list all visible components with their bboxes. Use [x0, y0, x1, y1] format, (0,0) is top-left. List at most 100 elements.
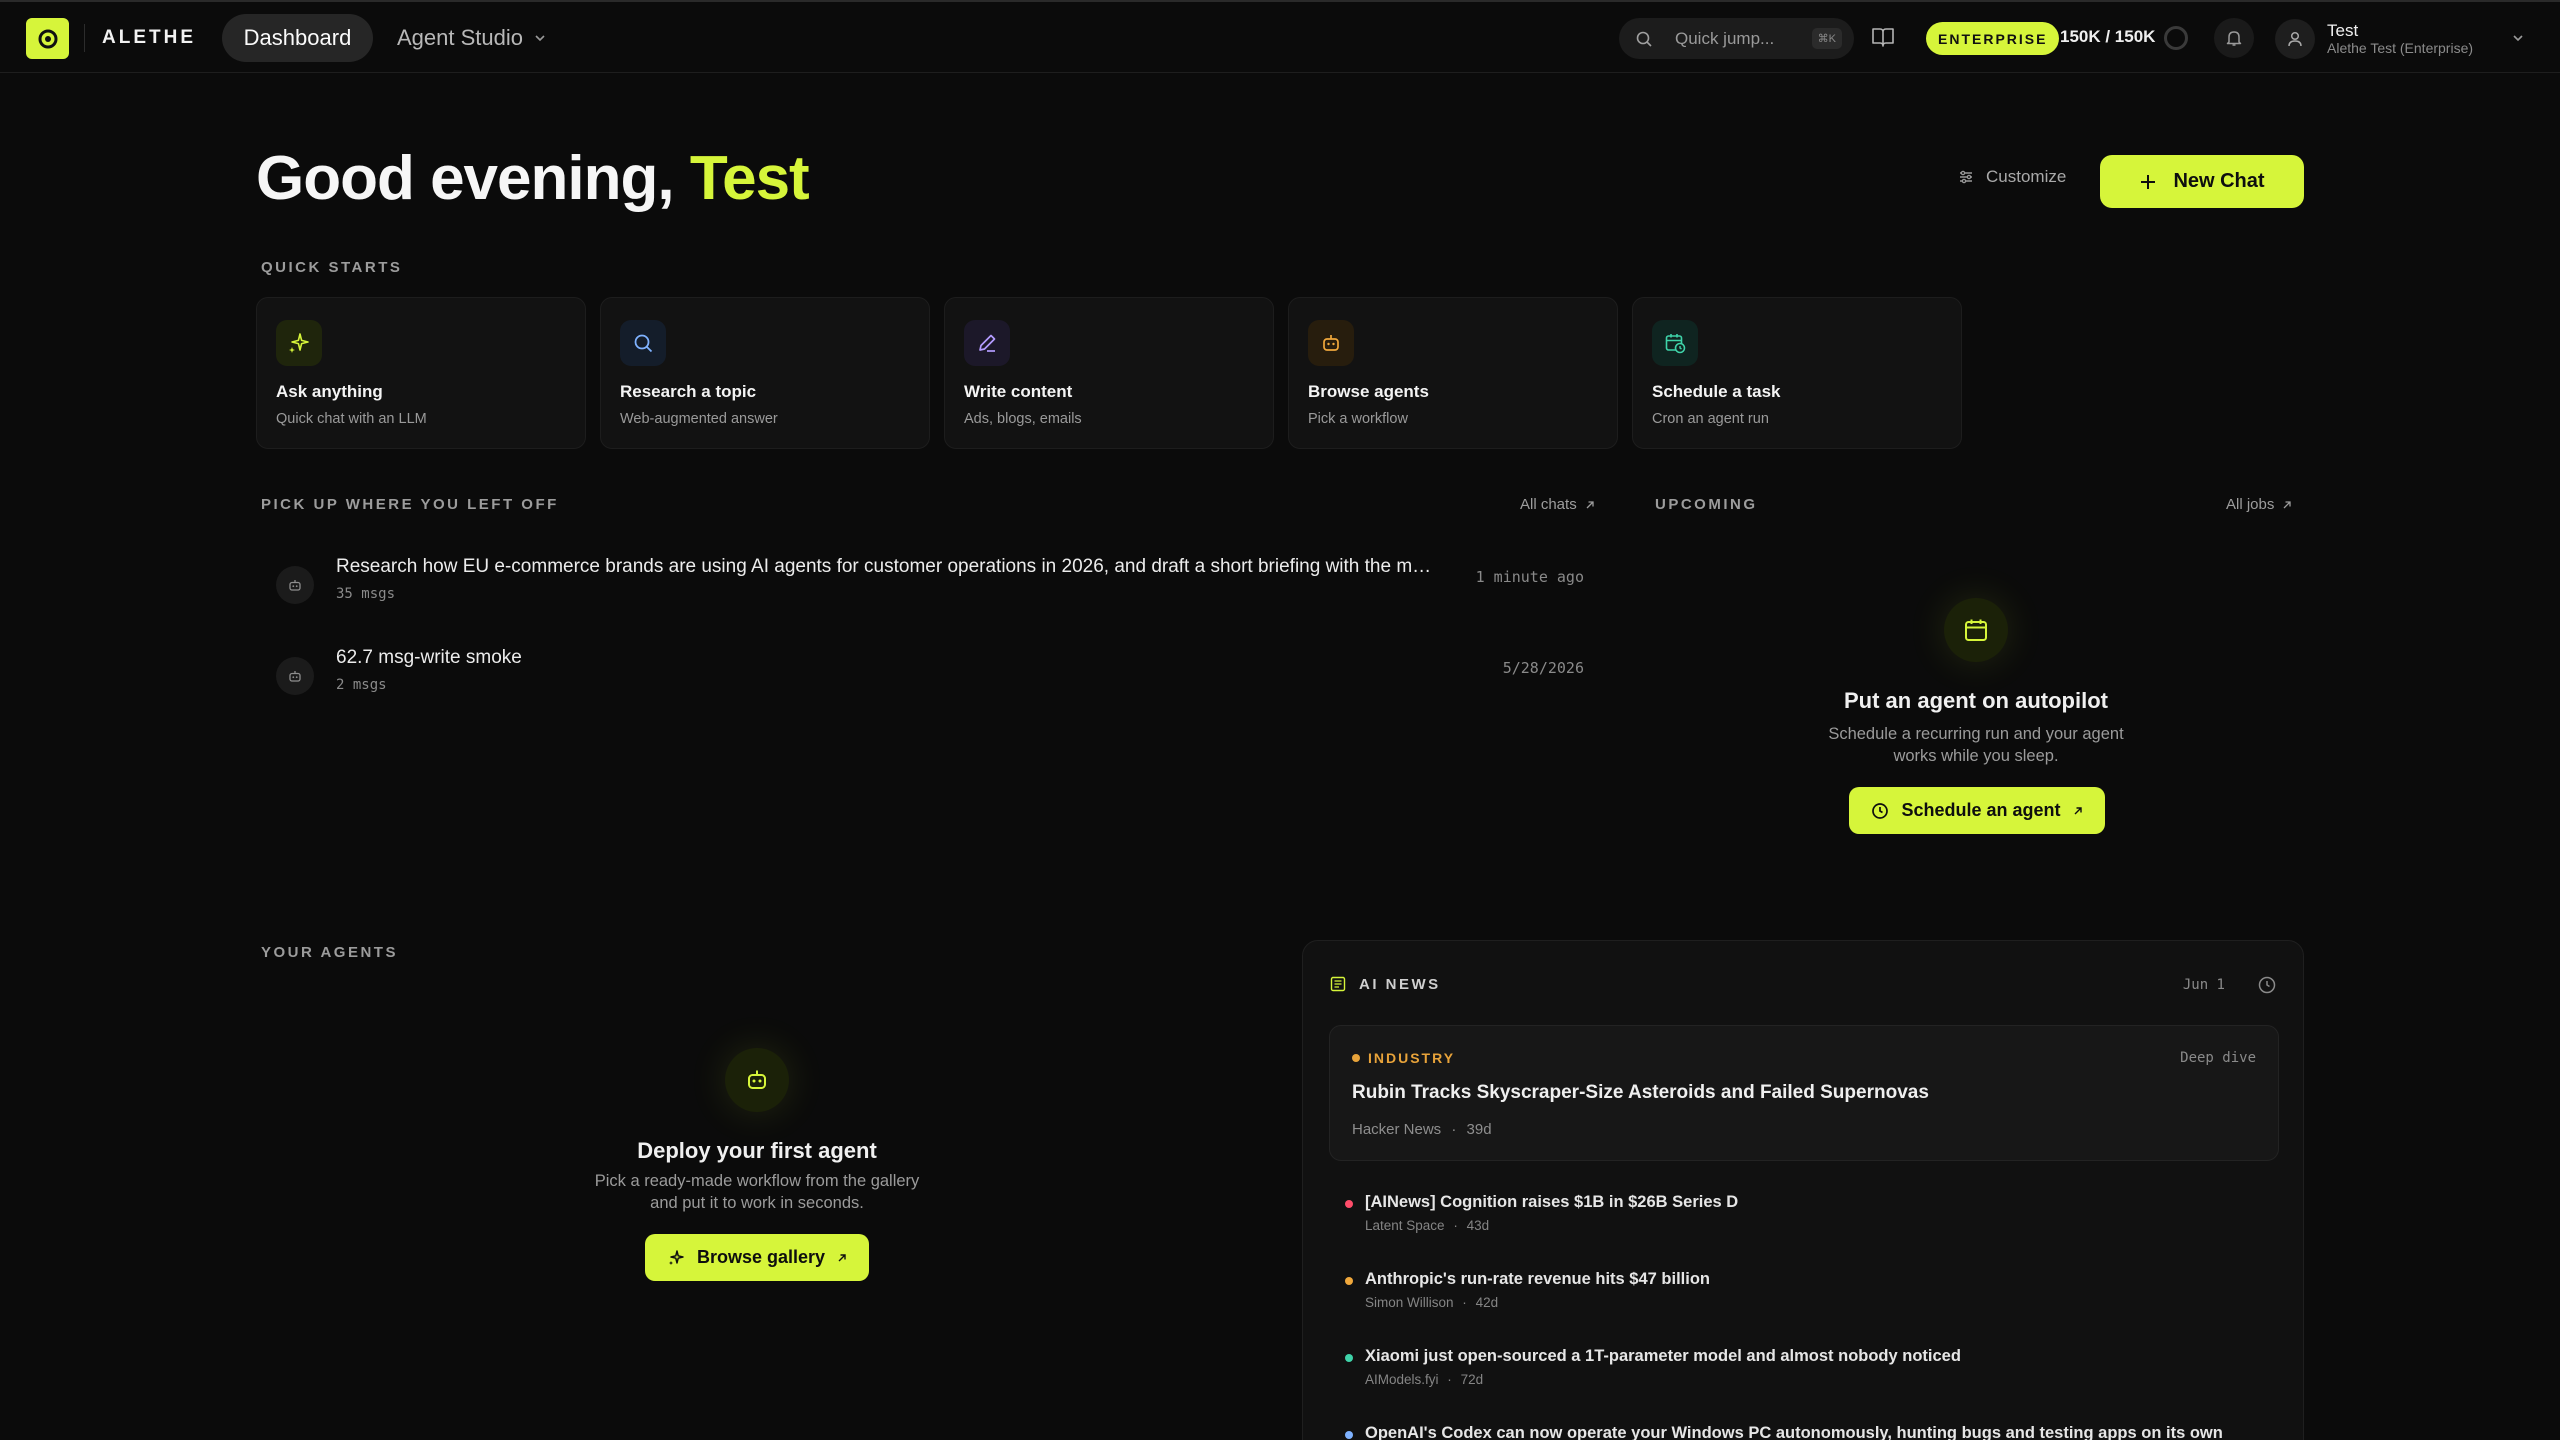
nav-agent-studio[interactable]: Agent Studio [397, 14, 547, 62]
news-item-title: Xiaomi just open-sourced a 1T-parameter … [1365, 1347, 1961, 1365]
your-agents-heading: YOUR AGENTS [261, 944, 398, 961]
chat-title: 62.7 msg-write smoke [336, 647, 522, 668]
ai-news-panel: AI NEWS Jun 1 INDUSTRY Deep dive Rubin T… [1302, 940, 2304, 1440]
ai-news-header: AI NEWS [1329, 975, 1441, 993]
quick-starts-heading: QUICK STARTS [261, 259, 403, 276]
quick-start-subtitle: Cron an agent run [1652, 411, 1769, 427]
browse-gallery-button[interactable]: Browse gallery [645, 1234, 869, 1281]
upcoming-heading: UPCOMING [1655, 496, 1758, 513]
category-dot [1352, 1054, 1360, 1062]
upcoming-empty-description: Schedule a recurring run and your agent … [1676, 723, 2276, 767]
plan-badge: ENTERPRISE [1926, 22, 2060, 55]
upcoming-empty-line: Schedule a recurring run and your agent [1828, 725, 2124, 743]
sliders-icon [1960, 170, 1972, 184]
search-icon [1636, 31, 1652, 47]
news-item-title: [AINews] Cognition raises $1B in $26B Se… [1365, 1193, 1739, 1211]
all-chats-link[interactable]: All chats [1520, 496, 1595, 513]
chat-timestamp: 5/28/2026 [1502, 659, 1584, 677]
meta-separator: · [1451, 1121, 1457, 1138]
meta-separator: · [1447, 1372, 1452, 1387]
user-name: Test [2327, 20, 2359, 40]
logo-icon[interactable] [26, 18, 69, 59]
all-jobs-link[interactable]: All jobs [2226, 496, 2292, 513]
quick-jump-label: Quick jump... [1675, 28, 1775, 48]
shortcut-hint: ⌘K [1811, 28, 1842, 49]
avatar [2275, 18, 2315, 59]
user-menu[interactable]: Test Alethe Test (Enterprise) [2275, 14, 2525, 63]
chat-message-count: 2 msgs [336, 677, 387, 693]
greeting-prefix: Good evening, [256, 144, 675, 213]
news-date: Jun 1 [2182, 977, 2225, 993]
sparkles-icon [276, 320, 322, 366]
user-org: Alethe Test (Enterprise) [2327, 39, 2474, 56]
quick-start-subtitle: Quick chat with an LLM [276, 411, 427, 427]
news-item-title: OpenAI's Codex can now operate your Wind… [1365, 1424, 2223, 1440]
chat-row[interactable]: Research how EU e-commerce brands are us… [270, 556, 1590, 626]
notifications-button[interactable] [2214, 18, 2254, 58]
quick-start-ask-anything[interactable]: Ask anything Quick chat with an LLM [256, 297, 586, 449]
news-category-label: INDUSTRY [1368, 1050, 1456, 1066]
search-icon [620, 320, 666, 366]
featured-news-card[interactable]: INDUSTRY Deep dive Rubin Tracks Skyscrap… [1329, 1025, 2279, 1161]
page-title: Good evening, Test [256, 143, 810, 214]
quick-start-title: Schedule a task [1652, 382, 1781, 401]
sparkles-icon [668, 1249, 684, 1265]
quick-start-write[interactable]: Write content Ads, blogs, emails [944, 297, 1274, 449]
news-source: Hacker News [1352, 1121, 1442, 1138]
nav-dashboard[interactable]: Dashboard [222, 14, 373, 62]
agents-empty-line: Pick a ready-made workflow from the gall… [594, 1172, 920, 1190]
arrow-up-right-icon [2074, 806, 2082, 814]
plus-icon [2141, 174, 2156, 189]
news-item-meta: Simon Willison · 42d [1365, 1295, 1498, 1310]
chat-row[interactable]: 62.7 msg-write smoke 2 msgs 5/28/2026 [270, 647, 1590, 717]
ai-news-title: AI NEWS [1359, 975, 1441, 993]
news-dot [1345, 1200, 1353, 1208]
user-icon [2288, 31, 2302, 46]
credits-counter: 150K / 150K [2060, 27, 2156, 46]
arrow-up-right-icon [1586, 500, 1594, 508]
new-chat-label: New Chat [2173, 170, 2265, 192]
news-age: 42d [1475, 1295, 1499, 1310]
news-source: Latent Space [1365, 1218, 1445, 1233]
newspaper-icon [1330, 976, 1346, 992]
news-age: 43d [1466, 1218, 1490, 1233]
news-age: 72d [1460, 1372, 1484, 1387]
chat-message-count: 35 msgs [336, 586, 396, 602]
credits-ring-icon [2164, 26, 2188, 50]
news-source: AIModels.fyi [1365, 1372, 1439, 1387]
quick-start-subtitle: Pick a workflow [1308, 411, 1408, 427]
quick-start-research[interactable]: Research a topic Web-augmented answer [600, 297, 930, 449]
agents-empty-title: Deploy your first agent [637, 1138, 877, 1163]
bell-icon [2226, 31, 2242, 46]
quick-start-subtitle: Ads, blogs, emails [964, 411, 1082, 427]
news-category: INDUSTRY [1352, 1050, 1455, 1066]
all-jobs-label: All jobs [2226, 496, 2275, 513]
featured-news-meta: Hacker News · 39d [1352, 1121, 1492, 1138]
robot-icon [725, 1048, 789, 1112]
recent-chats-heading: PICK UP WHERE YOU LEFT OFF [261, 496, 559, 513]
arrow-up-right-icon [2283, 500, 2292, 508]
meta-separator: · [1453, 1218, 1458, 1233]
brand-name: ALETHE [102, 27, 196, 48]
robot-icon [1308, 320, 1354, 366]
quick-start-schedule[interactable]: Schedule a task Cron an agent run [1632, 297, 1962, 449]
history-clock-icon[interactable] [2257, 975, 2277, 1000]
quick-jump-search[interactable]: Quick jump... ⌘K [1619, 18, 1854, 59]
news-dot [1345, 1431, 1353, 1439]
nav-agent-studio-label: Agent Studio [397, 25, 523, 50]
news-dot [1345, 1277, 1353, 1285]
new-chat-button[interactable]: New Chat [2100, 155, 2304, 208]
agents-empty-line: and put it to work in seconds. [650, 1194, 864, 1212]
arrow-up-right-icon [838, 1253, 846, 1261]
browse-gallery-label: Browse gallery [696, 1247, 826, 1267]
quick-start-browse-agents[interactable]: Browse agents Pick a workflow [1288, 297, 1618, 449]
customize-button[interactable]: Customize [1958, 167, 2066, 187]
customize-label: Customize [1986, 167, 2067, 186]
clock-icon [1872, 802, 1889, 819]
all-chats-label: All chats [1520, 496, 1577, 513]
schedule-agent-button[interactable]: Schedule an agent [1849, 787, 2105, 834]
chevron-down-icon [2513, 35, 2523, 42]
docs-book-icon[interactable] [1871, 26, 1899, 52]
news-item-meta: Latent Space · 43d [1365, 1218, 1489, 1233]
robot-icon [276, 657, 314, 695]
